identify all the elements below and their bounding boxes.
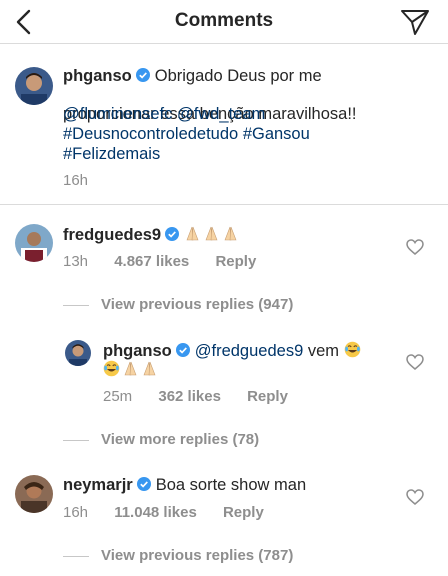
view-replies-link[interactable]: View previous replies (947)	[63, 296, 293, 313]
mention-link[interactable]: @fredguedes9	[195, 342, 304, 360]
reply-time: 25m	[103, 388, 133, 405]
heart-outline-icon[interactable]	[406, 354, 424, 370]
reply-line	[103, 359, 160, 381]
divider	[63, 439, 89, 441]
hashtag-link[interactable]: #Gansou	[243, 125, 310, 143]
comment-username[interactable]: fredguedes9	[63, 226, 161, 244]
caption-text: Obrigado Deus por me	[154, 67, 322, 85]
tears-of-joy-emoji	[103, 360, 122, 379]
comment-meta: 16h 11.048 likes Reply	[63, 504, 286, 521]
comment-meta: 13h 4.867 likes Reply	[63, 253, 278, 270]
likes-count[interactable]: 11.048 likes	[114, 504, 197, 521]
reply-button[interactable]: Reply	[223, 504, 264, 521]
praying-hands-emoji	[122, 361, 160, 379]
comment-username[interactable]: neymarjr	[63, 476, 133, 494]
mention-link[interactable]: @fluminensefc	[63, 105, 172, 123]
comment-line: fredguedes9	[63, 224, 241, 246]
comment-line: neymarjr Boa sorte show man	[63, 474, 306, 496]
reply-text: vem	[307, 342, 340, 360]
mention-link[interactable]: @fwd_team	[177, 105, 265, 123]
caption-line: phganso Obrigado Deus por me	[63, 65, 322, 87]
caption-line: @fluminensefc @fwd_team	[63, 103, 265, 125]
caption-meta: 16h	[63, 172, 110, 189]
heart-outline-icon[interactable]	[406, 489, 424, 505]
verified-badge-icon	[165, 227, 180, 241]
avatar[interactable]	[65, 340, 91, 366]
caption-line: #Deusnocontroledetudo #Gansou	[63, 123, 310, 145]
view-replies-link[interactable]: View more replies (78)	[63, 431, 259, 448]
tears-of-joy-emoji	[344, 341, 363, 360]
view-replies-label: View more replies (78)	[101, 431, 260, 448]
comment-text: Boa sorte show man	[155, 476, 307, 494]
reply-button[interactable]: Reply	[247, 388, 288, 405]
reply-meta: 25m 362 likes Reply	[103, 388, 310, 405]
divider	[63, 304, 89, 306]
page-title: Comments	[174, 10, 274, 31]
view-replies-link[interactable]: View previous replies (787)	[63, 547, 293, 564]
caption-username[interactable]: phganso	[63, 67, 132, 85]
view-replies-label: View previous replies (947)	[101, 296, 294, 313]
hashtag-link[interactable]: #Deusnocontroledetudo	[63, 125, 238, 143]
caption-time: 16h	[63, 172, 89, 189]
reply-username[interactable]: phganso	[103, 342, 172, 360]
direct-send-icon[interactable]	[400, 8, 430, 36]
avatar[interactable]	[15, 475, 53, 513]
reply-button[interactable]: Reply	[215, 253, 256, 270]
view-replies-label: View previous replies (787)	[101, 547, 294, 564]
caption-line: #Felizdemais	[63, 143, 160, 165]
verified-badge-icon	[175, 343, 190, 357]
hashtag-link[interactable]: #Felizdemais	[63, 145, 160, 163]
likes-count[interactable]: 362 likes	[158, 388, 221, 405]
verified-badge-icon	[135, 68, 150, 82]
avatar[interactable]	[15, 224, 53, 262]
praying-hands-emoji	[184, 226, 241, 244]
heart-outline-icon[interactable]	[406, 239, 424, 255]
divider	[63, 555, 89, 557]
comments-header: Comments	[0, 0, 448, 44]
likes-count[interactable]: 4.867 likes	[114, 253, 189, 270]
avatar[interactable]	[15, 67, 53, 105]
verified-badge-icon	[136, 477, 151, 491]
comment-time: 13h	[63, 253, 89, 270]
comment-time: 16h	[63, 504, 89, 521]
